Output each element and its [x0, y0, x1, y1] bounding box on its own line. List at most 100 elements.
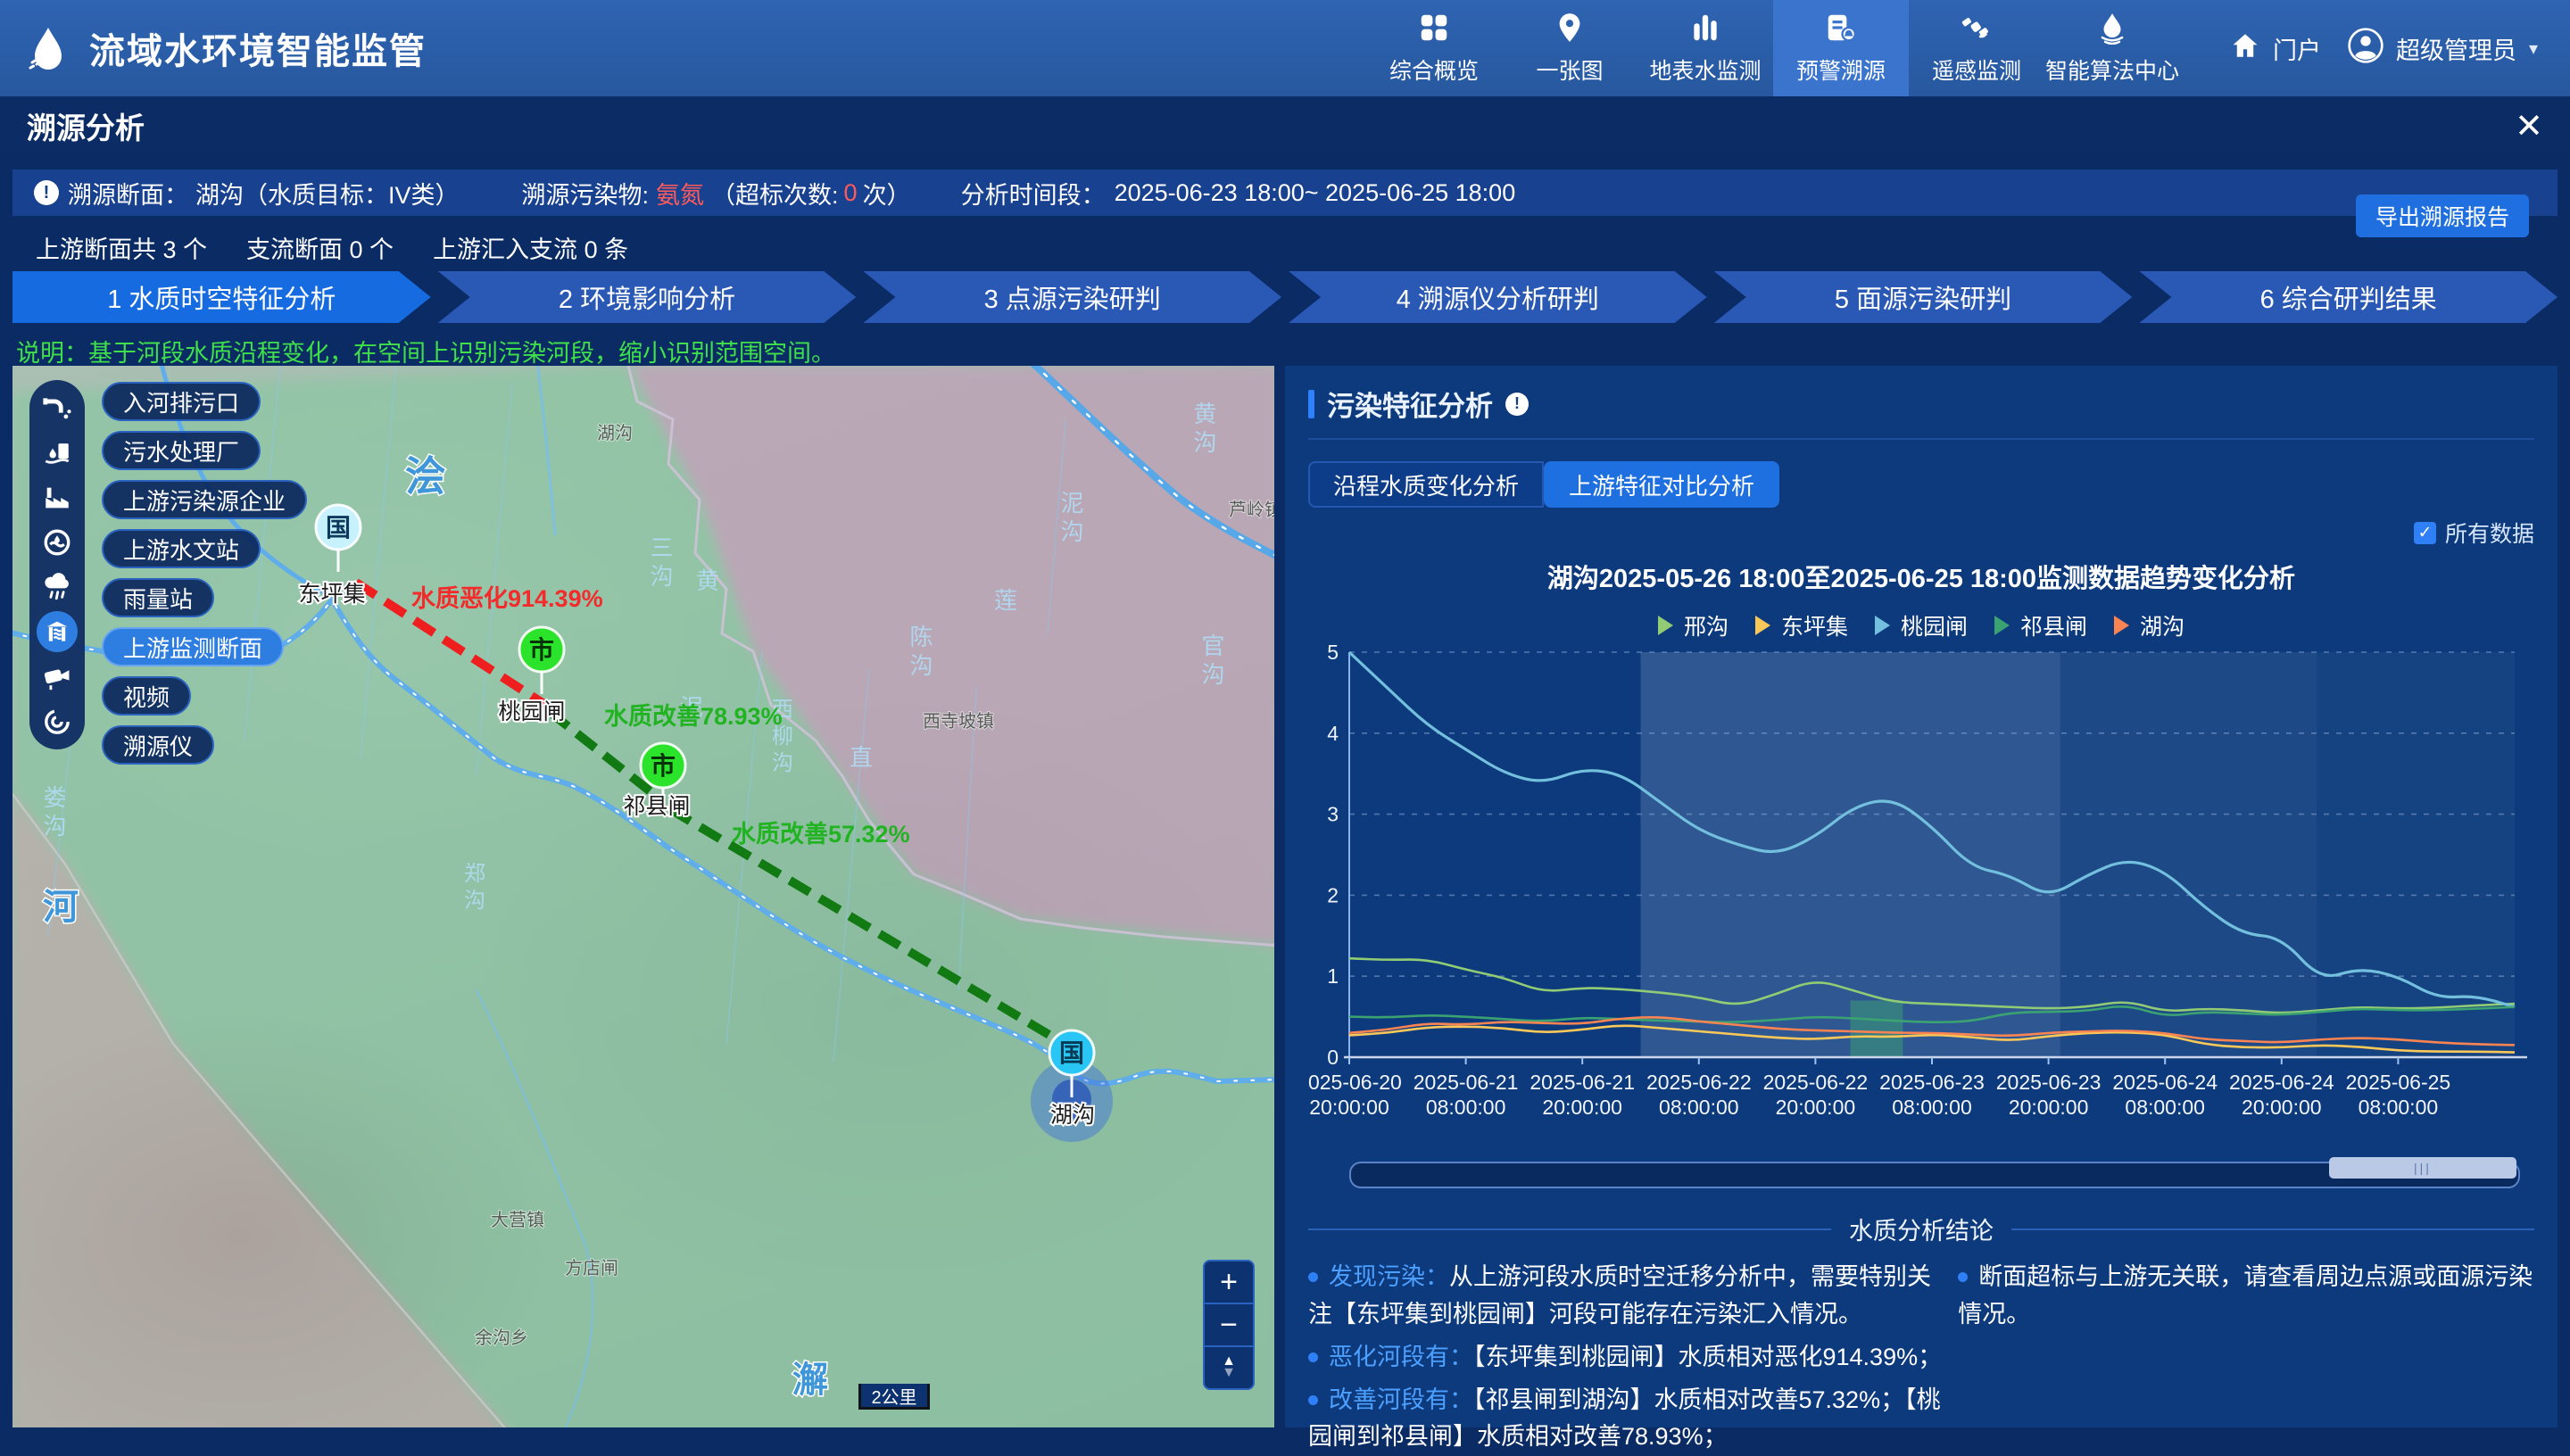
nav-item-warning-trace[interactable]: 预警溯源 — [1773, 0, 1909, 96]
divider-line — [2011, 1228, 2534, 1230]
section-label: 溯源断面： — [68, 176, 188, 211]
legend-item[interactable]: 祁县闸 — [1994, 609, 2087, 641]
highlight-band — [2317, 652, 2515, 1057]
legend-item[interactable]: 东坪集 — [1755, 609, 1848, 641]
legend-item[interactable]: 湖沟 — [2114, 609, 2184, 641]
layer-pill-hydrology-station[interactable]: 上游水文站 — [102, 529, 261, 568]
svg-text:市: 市 — [651, 751, 676, 780]
layer-pill-tracer[interactable]: 溯源仪 — [102, 725, 214, 765]
close-icon[interactable]: ✕ — [2515, 106, 2543, 146]
page-titlebar: 溯源分析 ✕ — [0, 96, 2570, 155]
hydrology-icon[interactable] — [37, 522, 78, 563]
nav-item-label: 地表水监测 — [1649, 54, 1761, 86]
trend-line-chart[interactable]: 0123452025-06-2020:00:002025-06-2108:00:… — [1308, 645, 2534, 1145]
home-icon[interactable] — [2230, 30, 2260, 67]
tab-upstream-compare[interactable]: 上游特征对比分析 — [1544, 461, 1779, 508]
rain-gauge-icon[interactable] — [37, 567, 78, 608]
station-label: 祁县闸 — [623, 794, 690, 819]
x-axis-label: 2025-06-2320:00:00 — [1996, 1071, 2102, 1119]
section-gate-icon[interactable] — [37, 611, 78, 652]
datazoom-slider[interactable]: ||| — [1349, 1162, 2520, 1188]
bullet-dot-icon — [1958, 1272, 1968, 1282]
svg-text:市: 市 — [529, 635, 554, 664]
bar-chart-icon — [1688, 11, 1722, 45]
step-2-environment[interactable]: 2 环境影响分析 — [438, 271, 857, 323]
map-pin-icon — [1553, 11, 1587, 45]
factory-icon[interactable] — [37, 477, 78, 518]
step-3-point-source[interactable]: 3 点源污染研判 — [863, 271, 1281, 323]
panel-info-icon[interactable]: ! — [1505, 393, 1529, 416]
step-4-tracer[interactable]: 4 溯源仪分析研判 — [1289, 271, 1707, 323]
svg-text:1: 1 — [1327, 964, 1339, 988]
legend-item[interactable]: 邢沟 — [1658, 609, 1729, 641]
legend-triangle-icon — [1994, 616, 2010, 635]
nav-item-algorithm-center[interactable]: 智能算法中心 — [2044, 0, 2180, 96]
user-avatar-icon[interactable] — [2348, 28, 2383, 70]
chevron-down-icon[interactable]: ▾ — [2529, 37, 2538, 60]
map-panel[interactable]: 湖沟浍河澥娄沟三沟黄泥泥沟黄沟陈沟莲直官沟西柳沟郑沟西寺坡镇芦岭镇大营镇方店闸余… — [12, 366, 1274, 1427]
segment-label: 水质恶化914.39% — [411, 585, 603, 612]
video-icon[interactable] — [37, 657, 78, 698]
datazoom-thumb[interactable]: ||| — [2329, 1157, 2516, 1179]
zoom-in-button[interactable]: + — [1205, 1262, 1253, 1304]
layer-pill-rain-gauge[interactable]: 雨量站 — [102, 578, 214, 617]
nav-item-label: 综合概览 — [1389, 54, 1479, 86]
tab-along-route[interactable]: 沿程水质变化分析 — [1308, 461, 1544, 508]
exceed-prefix: （超标次数: — [711, 176, 839, 211]
summary-bar: 上游断面共 3 个 支流断面 0 个 上游汇入支流 0 条 — [36, 230, 628, 265]
map-scale-bar: 2公里 — [858, 1384, 930, 1410]
svg-text:4: 4 — [1327, 722, 1339, 745]
station-label: 东坪集 — [298, 582, 365, 607]
map-label: 澥 — [792, 1361, 828, 1400]
conclusion-improved: 改善河段有：【祁县闸到湖沟】水质相对改善57.32%；【桃园闸到祁县闸】水质相对… — [1308, 1382, 1958, 1456]
nav-right: 门户 超级管理员 ▾ — [2180, 28, 2570, 70]
pollutant-label: 溯源污染物: — [522, 176, 650, 211]
outfall-icon[interactable] — [37, 387, 78, 428]
panel-title: 污染特征分析 — [1327, 384, 1493, 424]
tracer-icon[interactable] — [37, 701, 78, 742]
nav-item-one-map[interactable]: 一张图 — [1502, 0, 1637, 96]
x-axis-label: 2025-06-2220:00:00 — [1763, 1071, 1869, 1119]
map-label: 郑沟 — [460, 862, 485, 915]
nav-item-label: 一张图 — [1536, 54, 1603, 86]
app-title: 流域水环境智能监管 — [89, 22, 427, 74]
nav-item-remote-sensing[interactable]: 遥感监测 — [1909, 0, 2044, 96]
satellite-icon — [1960, 11, 1994, 45]
x-axis-label: 2025-06-2108:00:00 — [1414, 1071, 1519, 1119]
nav-item-overview[interactable]: 综合概览 — [1366, 0, 1502, 96]
tilt-reset-button[interactable]: ▲▼ — [1205, 1347, 1253, 1388]
nav-item-label: 智能算法中心 — [2045, 54, 2179, 86]
section-value: 湖沟 — [195, 176, 244, 211]
all-data-checkbox[interactable]: ✓ — [2414, 522, 2436, 544]
pollution-analysis-panel: 污染特征分析 ! 沿程水质变化分析 上游特征对比分析 ✓ 所有数据 湖沟2025… — [1285, 366, 2558, 1427]
treatment-plant-icon[interactable] — [37, 432, 78, 473]
legend-triangle-icon — [1875, 616, 1890, 635]
layer-pill-outfall[interactable]: 入河排污口 — [102, 382, 261, 421]
map-label: 余沟乡 — [475, 1328, 528, 1348]
step-1-spatiotemporal[interactable]: 1 水质时空特征分析 — [12, 271, 431, 323]
alert-trace-icon — [1824, 11, 1858, 45]
station-label: 湖沟 — [1050, 1103, 1095, 1128]
map-label: 黄 — [696, 567, 719, 594]
zoom-out-button[interactable]: − — [1205, 1304, 1253, 1347]
segment-label: 水质改善57.32% — [732, 820, 910, 848]
user-name[interactable]: 超级管理员 — [2396, 31, 2516, 66]
export-report-button[interactable]: 导出溯源报告 — [2356, 194, 2529, 237]
pollutant-value: 氨氮 — [656, 176, 704, 211]
conclusion-header: 水质分析结论 — [1308, 1212, 2534, 1246]
conclusion-bullets: 发现污染：从上游河段水质时空迁移分析中，需要特别关注【东坪集到桃园闸】河段可能存… — [1308, 1259, 2534, 1456]
layer-pill-treatment-plant[interactable]: 污水处理厂 — [102, 431, 261, 470]
x-axis-label: 2025-06-2408:00:00 — [2112, 1071, 2218, 1119]
layer-pill-monitor-section[interactable]: 上游监测断面 — [102, 627, 284, 666]
portal-link[interactable]: 门户 — [2273, 31, 2321, 66]
layer-pill-video[interactable]: 视频 — [102, 676, 191, 716]
nav-item-surface-water[interactable]: 地表水监测 — [1637, 0, 1773, 96]
step-6-result[interactable]: 6 综合研判结果 — [2139, 271, 2558, 323]
map-label: 官沟 — [1198, 633, 1225, 691]
inflow-count: 上游汇入支流 0 条 — [433, 230, 628, 265]
step-5-nonpoint-source[interactable]: 5 面源污染研判 — [1714, 271, 2133, 323]
layer-pill-pollution-enterprise[interactable]: 上游污染源企业 — [102, 480, 307, 519]
nav-item-label: 预警溯源 — [1796, 54, 1886, 86]
legend-item[interactable]: 桃园闸 — [1875, 609, 1968, 641]
bullet-dot-icon — [1308, 1272, 1318, 1282]
